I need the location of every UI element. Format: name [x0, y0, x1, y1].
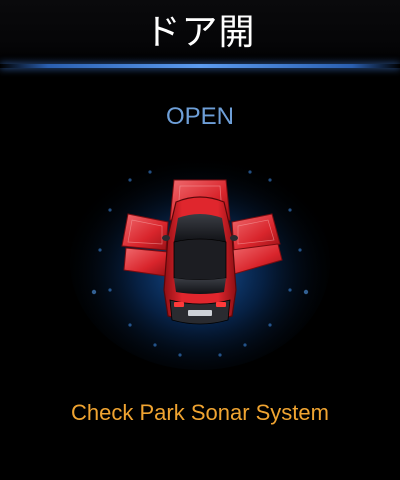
rear-window [174, 278, 226, 294]
tail-light-right [216, 302, 226, 307]
license-plate [188, 310, 212, 316]
roof [173, 238, 227, 281]
header-bar: ドア開 [0, 0, 400, 68]
page-title: ドア開 [144, 12, 256, 53]
car-top-view-icon [70, 154, 330, 370]
sonar-warning-message: Check Park Sonar System [71, 400, 329, 425]
door-status-label: OPEN [165, 103, 234, 130]
mirror-left [162, 235, 170, 241]
mirror-right [230, 235, 238, 241]
tail-light-left [174, 302, 184, 307]
header-accent-line [0, 64, 400, 68]
windshield [174, 214, 226, 242]
vehicle-display [70, 140, 330, 370]
door-open-screen: ドア開 OPEN Check Park Sonar System [0, 0, 400, 480]
